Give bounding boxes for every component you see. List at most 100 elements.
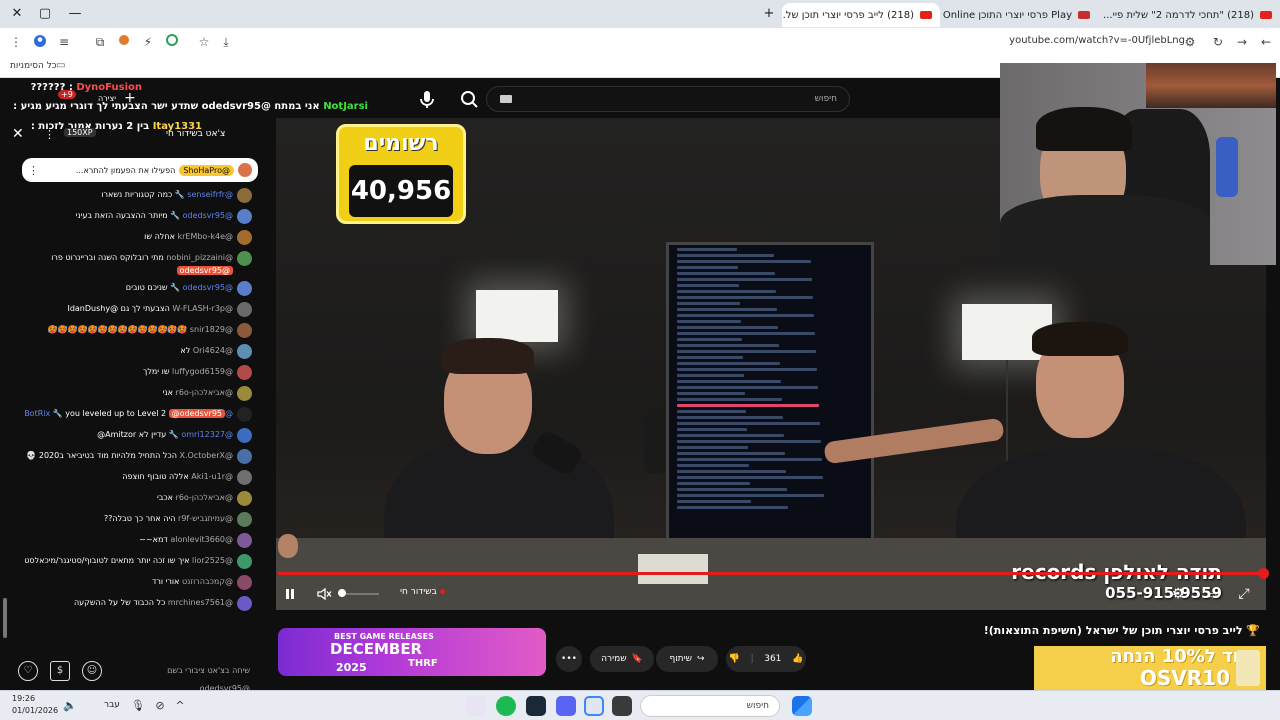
chat-author[interactable]: @אביאלכהן-r6o bbox=[176, 493, 233, 502]
live-indicator[interactable]: בשידור חי bbox=[400, 587, 445, 597]
app-icon-taskview[interactable] bbox=[612, 696, 632, 716]
microphone-icon[interactable] bbox=[414, 86, 440, 112]
windows-start-icon[interactable] bbox=[792, 696, 812, 716]
chat-author[interactable]: @W-FLASH-r3p bbox=[172, 304, 233, 313]
extension-fox-icon[interactable] bbox=[116, 34, 132, 50]
avatar[interactable] bbox=[237, 188, 252, 203]
chat-message[interactable]: @Ori4624 לא bbox=[0, 342, 262, 363]
avatar[interactable] bbox=[237, 575, 252, 590]
avatar[interactable] bbox=[237, 533, 252, 548]
tab-3-active[interactable]: (218) לייב פרסי יוצרי תוכן של... ✕ bbox=[782, 3, 940, 27]
volume-knob[interactable] bbox=[338, 589, 346, 597]
subtitles-icon[interactable]: ▭ bbox=[1202, 582, 1222, 606]
pause-icon[interactable] bbox=[280, 582, 300, 606]
avatar[interactable] bbox=[237, 209, 252, 224]
chat-message[interactable]: @W-FLASH-r3p הצבעתי לך גם @IdanDushy bbox=[0, 300, 262, 321]
chat-author[interactable]: @luffygod6159 bbox=[172, 367, 233, 376]
chat-message[interactable]: @mrchines7561 כל הכבוד של על ההשקעה bbox=[0, 594, 262, 615]
chat-scrollbar[interactable] bbox=[3, 598, 7, 638]
taskbar-clock[interactable]: 19:26 01/01/2026 bbox=[12, 693, 58, 717]
chat-author[interactable]: @Ori4624 bbox=[193, 346, 233, 355]
ad-thumbnail[interactable]: BEST GAME RELEASES DECEMBER 2025 THRF bbox=[278, 628, 546, 676]
chat-message[interactable]: @odedsvr95 🔧 שניכם טובים bbox=[0, 279, 262, 300]
avatar[interactable] bbox=[237, 323, 252, 338]
avatar[interactable] bbox=[237, 470, 252, 485]
chat-author[interactable]: @Aki1-u1r bbox=[191, 472, 233, 481]
avatar[interactable] bbox=[237, 386, 252, 401]
avatar[interactable] bbox=[237, 554, 252, 569]
tab-1[interactable]: (218) "תחכי לדרמה 2" שלית פיי... ✕ bbox=[1100, 3, 1280, 27]
chat-message[interactable]: @krEMbo-k4e אחלה שו bbox=[0, 228, 262, 249]
chat-message[interactable]: @snir1829 🥵🥵🥵🥵🥵🥵🥵🥵🥵🥵🥵🥵🥵🥵 bbox=[0, 321, 262, 342]
chat-author[interactable]: @alonlevit3660 bbox=[170, 535, 233, 544]
avatar[interactable] bbox=[237, 251, 252, 266]
bookmark-star-icon[interactable]: ☆ bbox=[196, 34, 212, 50]
chat-message[interactable]: @BotRix 🔧 you leveled up to Level 2 @ode… bbox=[0, 405, 262, 426]
chat-author[interactable]: @snir1829 bbox=[190, 325, 233, 334]
avatar[interactable] bbox=[237, 281, 252, 296]
install-app-icon[interactable]: ⤓ bbox=[218, 34, 234, 50]
avatar[interactable] bbox=[237, 449, 252, 464]
back-icon[interactable]: ← bbox=[1258, 34, 1274, 50]
super-chat-icon[interactable]: $ bbox=[50, 661, 70, 681]
avatar[interactable] bbox=[237, 491, 252, 506]
all-bookmarks-link[interactable]: כל הסימניות bbox=[10, 61, 57, 71]
keyboard-icon[interactable] bbox=[500, 95, 512, 103]
chat-message[interactable]: @עמיתגביש-r9f היה אחר כך טבלה?? bbox=[0, 510, 262, 531]
avatar[interactable] bbox=[237, 512, 252, 527]
close-window-icon[interactable]: ✕ bbox=[8, 5, 26, 23]
chevron-up-icon[interactable]: ^ bbox=[172, 698, 188, 714]
chat-message[interactable]: @luffygod6159 שו ימלך bbox=[0, 363, 262, 384]
restore-window-icon[interactable]: ▢ bbox=[36, 5, 54, 23]
chat-message[interactable]: @Aki1-u1r אללה טובוף חוצפה bbox=[0, 468, 262, 489]
app-icon-spotify[interactable] bbox=[496, 696, 516, 716]
chat-author[interactable]: @lior2525 bbox=[192, 556, 233, 565]
extensions-icon[interactable]: ⧉ bbox=[92, 34, 108, 50]
heart-icon[interactable]: ♡ bbox=[18, 661, 38, 681]
search-icon[interactable] bbox=[456, 86, 482, 112]
share-button[interactable]: ↪ שיתוף bbox=[656, 646, 718, 672]
chat-author[interactable]: @קמכבהרוזנט bbox=[182, 577, 233, 586]
chat-author[interactable]: @krEMbo-k4e bbox=[177, 232, 233, 241]
forward-icon[interactable]: → bbox=[1234, 34, 1250, 50]
chat-message-input[interactable]: שיחה בצ'אט ציבורי בשם @odedsvr95... bbox=[108, 662, 250, 693]
avatar[interactable] bbox=[237, 407, 252, 422]
chat-author[interactable]: @nobini_pizzaini bbox=[166, 253, 233, 262]
chat-author[interactable]: @omri12327 bbox=[181, 430, 233, 439]
app-icon-chrome[interactable] bbox=[584, 696, 604, 716]
dislike-icon[interactable]: 👎 bbox=[729, 654, 740, 664]
fullscreen-icon[interactable]: ⤢ bbox=[1234, 582, 1254, 606]
microphone-tray-icon[interactable]: 🎙 bbox=[130, 698, 146, 714]
pinned-menu-icon[interactable]: ⋮ bbox=[28, 164, 39, 177]
avatar[interactable] bbox=[237, 365, 252, 380]
minimize-window-icon[interactable]: — bbox=[66, 5, 84, 23]
mute-icon[interactable] bbox=[314, 582, 334, 606]
wifi-off-icon[interactable]: ⊘ bbox=[152, 698, 168, 714]
avatar[interactable] bbox=[237, 230, 252, 245]
extension-translate-icon[interactable]: ⚡ bbox=[140, 34, 156, 50]
chat-author[interactable]: @X.OctoberX bbox=[179, 451, 233, 460]
language-indicator[interactable]: עבר bbox=[104, 700, 120, 710]
like-icon[interactable]: 👍 bbox=[792, 654, 803, 664]
emoji-icon[interactable]: ☺ bbox=[82, 661, 102, 681]
chat-menu-icon[interactable]: ⋮ bbox=[44, 128, 55, 141]
avatar[interactable] bbox=[237, 344, 252, 359]
chat-message[interactable]: @lior2525 איך שו זכה יותר מתאים לטובוף/ס… bbox=[0, 552, 262, 573]
taskbar-search[interactable]: חיפוש bbox=[640, 695, 780, 717]
app-icon-steam[interactable] bbox=[526, 696, 546, 716]
reading-list-icon[interactable]: ≡ bbox=[56, 34, 72, 50]
settings-gear-icon[interactable]: ⚙ bbox=[1168, 582, 1188, 606]
chat-message[interactable]: @senseifrfr 🔧 כמה קטגוריות נשארו bbox=[0, 186, 262, 207]
chat-message[interactable]: @X.OctoberX הכל התחיל מלהיות מוד בטיביאר… bbox=[0, 447, 262, 468]
chat-message[interactable]: @odedsvr95 🔧 מיותר ההצבעה הזאת בעיני bbox=[0, 207, 262, 228]
chat-author[interactable]: @odedsvr95 bbox=[183, 283, 233, 292]
chat-message[interactable]: @alonlevit3660 דמא~~ bbox=[0, 531, 262, 552]
tab-2[interactable]: Play פרסי יוצרי התוכן Online | ... ✕ bbox=[942, 3, 1098, 27]
reload-icon[interactable]: ↻ bbox=[1210, 34, 1226, 50]
chat-author[interactable]: @senseifrfr bbox=[187, 190, 233, 199]
new-tab-icon[interactable]: + bbox=[760, 5, 778, 23]
avatar[interactable] bbox=[237, 428, 252, 443]
chat-message[interactable]: @קמכבהרוזנט אורי ורד bbox=[0, 573, 262, 594]
app-icon-paint[interactable] bbox=[466, 696, 486, 716]
pinned-message[interactable]: @ShoHaPro הפעילו את הפעמון להתרא... ⋮ bbox=[22, 158, 258, 182]
